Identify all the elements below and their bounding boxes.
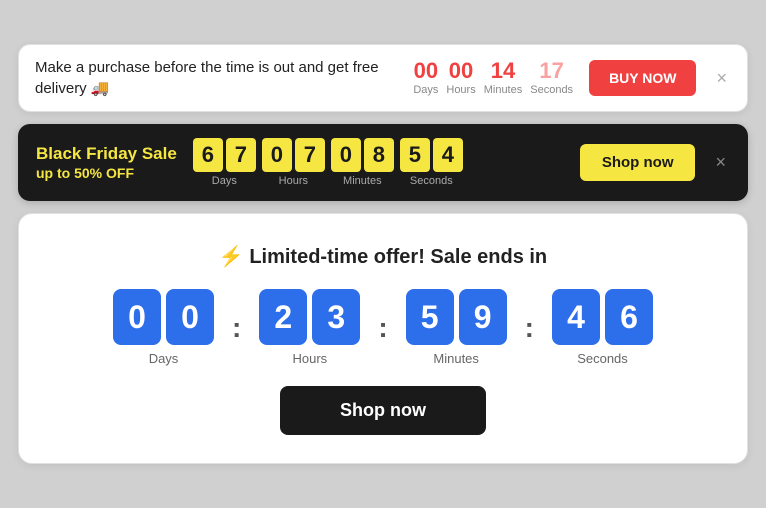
seconds-item: 17 Seconds [530,60,573,96]
bf-days: 6 7 Days [193,138,256,187]
hours-item: 00 Hours [446,60,475,96]
sale-seconds-nums: 4 6 [552,289,653,345]
hours-label: Hours [446,84,475,96]
days-label: Days [413,84,438,96]
bf-hours-nums: 0 7 [262,138,325,172]
sale-days: 0 0 Days [113,289,214,366]
bf-minutes-nums: 0 8 [331,138,394,172]
bf-days-nums: 6 7 [193,138,256,172]
sale-minutes: 5 9 Minutes [406,289,507,366]
delivery-banner: Make a purchase before the time is out a… [18,44,748,112]
sale-hours-d2: 3 [312,289,360,345]
bf-minutes: 0 8 Minutes [331,138,394,187]
buy-now-button[interactable]: BUY NOW [589,60,696,96]
sale-minutes-nums: 5 9 [406,289,507,345]
bf-seconds-nums: 5 4 [400,138,463,172]
bf-minutes-d2: 8 [364,138,394,172]
sale-minutes-label: Minutes [433,351,479,366]
minutes-label: Minutes [484,84,523,96]
sale-seconds-d1: 4 [552,289,600,345]
colon2: : [378,312,387,366]
bf-seconds-d1: 5 [400,138,430,172]
bf-seconds-label: Seconds [410,175,453,187]
sale-hours-d1: 2 [259,289,307,345]
bf-days-d1: 6 [193,138,223,172]
sale-days-nums: 0 0 [113,289,214,345]
sale-hours-nums: 2 3 [259,289,360,345]
sale-title: ⚡ Limited-time offer! Sale ends in [219,244,547,269]
bf-seconds: 5 4 Seconds [400,138,463,187]
sale-countdown: 0 0 Days : 2 3 Hours : 5 9 Minutes : 4 6 [113,289,653,366]
bf-shop-now-button[interactable]: Shop now [580,144,696,181]
days-item: 00 Days [413,60,438,96]
bf-hours-d1: 0 [262,138,292,172]
sale-shop-now-button[interactable]: Shop now [280,386,486,435]
seconds-value: 17 [539,60,563,82]
banner1-close-button[interactable]: × [712,68,731,89]
bf-seconds-d2: 4 [433,138,463,172]
sale-seconds-label: Seconds [577,351,628,366]
minutes-value: 14 [491,60,515,82]
sale-days-d1: 0 [113,289,161,345]
sale-days-d2: 0 [166,289,214,345]
blackfriday-banner: Black Friday Sale up to 50% OFF 6 7 Days… [18,124,748,201]
seconds-label: Seconds [530,84,573,96]
countdown-inline: 00 Days 00 Hours 14 Minutes 17 Seconds [413,60,573,96]
bf-minutes-label: Minutes [343,175,382,187]
sale-days-label: Days [149,351,179,366]
bf-countdown: 6 7 Days 0 7 Hours 0 8 Minutes 5 4 Secon… [193,138,564,187]
sale-seconds-d2: 6 [605,289,653,345]
bf-hours-d2: 7 [295,138,325,172]
bf-text-block: Black Friday Sale up to 50% OFF [36,144,177,180]
bf-close-button[interactable]: × [711,152,730,173]
sale-seconds: 4 6 Seconds [552,289,653,366]
colon3: : [525,312,534,366]
bf-hours-label: Hours [279,175,308,187]
bf-minutes-d1: 0 [331,138,361,172]
sale-banner: ⚡ Limited-time offer! Sale ends in 0 0 D… [18,213,748,464]
sale-minutes-d2: 9 [459,289,507,345]
hours-value: 00 [449,60,473,82]
days-value: 00 [414,60,438,82]
bf-title: Black Friday Sale [36,144,177,164]
bf-days-label: Days [212,175,237,187]
sale-hours: 2 3 Hours [259,289,360,366]
sale-hours-label: Hours [292,351,327,366]
bf-days-d2: 7 [226,138,256,172]
bf-subtitle: up to 50% OFF [36,165,177,181]
minutes-item: 14 Minutes [484,60,523,96]
sale-minutes-d1: 5 [406,289,454,345]
colon1: : [232,312,241,366]
bf-hours: 0 7 Hours [262,138,325,187]
delivery-text: Make a purchase before the time is out a… [35,57,397,99]
